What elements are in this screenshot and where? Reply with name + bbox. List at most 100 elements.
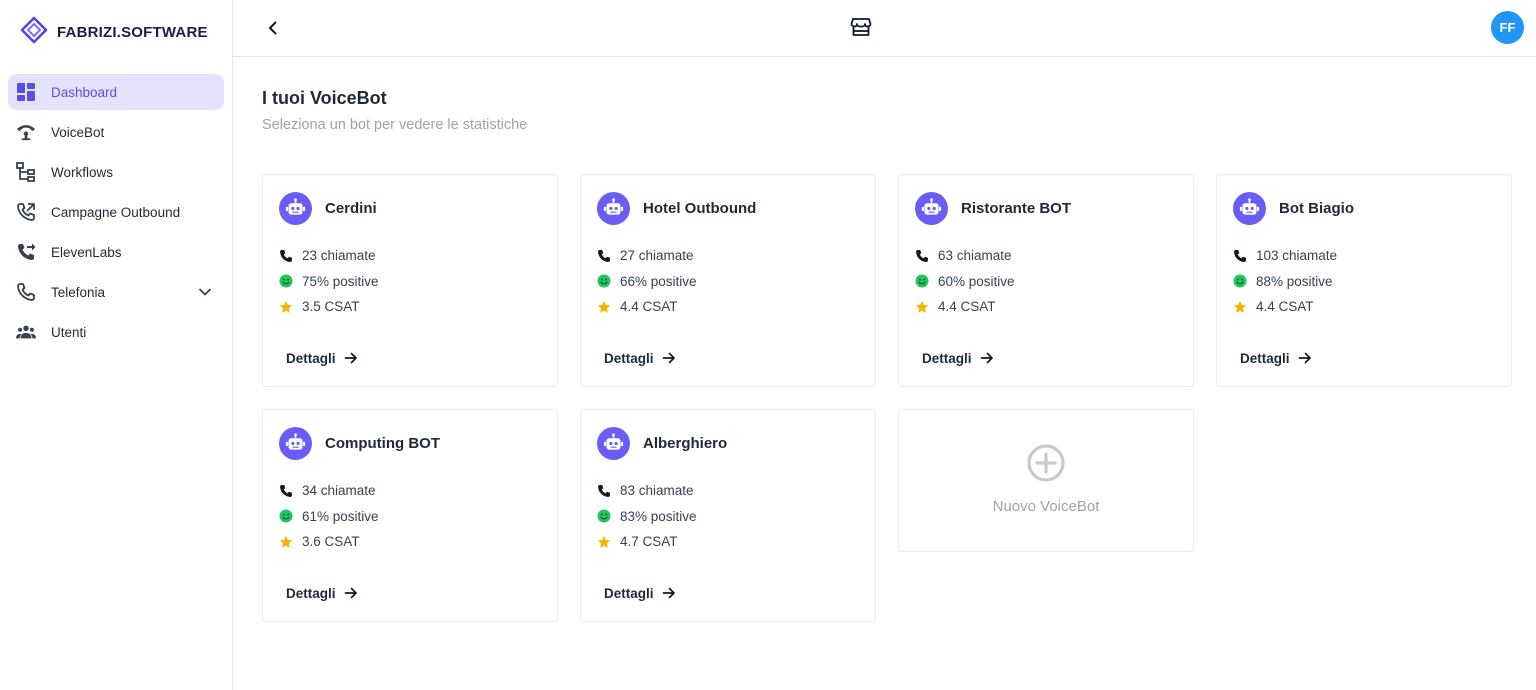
positive-rate: 75% positive [302,273,379,289]
chevron-down-icon[interactable] [196,283,214,301]
phone-icon [279,249,293,263]
bot-card-header: Alberghiero [597,426,859,460]
positive-stat: 83% positive [597,504,859,530]
smile-icon [597,274,611,288]
star-icon [279,535,293,549]
new-voicebot-card[interactable]: Nuovo VoiceBot [898,409,1194,552]
bot-card[interactable]: Cerdini 23 chiamate 75% positive 3.5 CSA… [262,174,558,387]
sidebar-item-label: Dashboard [51,84,118,100]
details-label: Dettagli [286,585,336,601]
bot-name: Computing BOT [325,434,440,452]
calls-count: 103 chiamate [1256,248,1338,264]
csat-score: 4.7 CSAT [620,534,678,550]
smile-icon [279,274,293,288]
sidebar-item-telefonia[interactable]: Telefonia [8,274,224,310]
sidebar-item-label: ElevenLabs [51,244,122,260]
calls-count: 63 chiamate [938,248,1012,264]
bot-stats: 83 chiamate 83% positive 4.7 CSAT [597,478,859,555]
brand-name: FABRIZI.SOFTWARE [57,23,208,41]
details-link[interactable]: Dettagli [286,585,359,601]
details-link[interactable]: Dettagli [922,350,995,366]
back-arrow-icon[interactable] [261,16,285,40]
dashboard-icon [16,82,36,102]
phone-icon [16,282,36,302]
bot-card[interactable]: Computing BOT 34 chiamate 61% positive 3… [262,409,558,622]
robot-icon [597,426,630,460]
phone-icon [915,249,929,263]
smile-icon [1233,274,1247,288]
user-avatar[interactable]: FF [1491,11,1524,44]
page-subtitle: Seleziona un bot per vedere le statistic… [262,117,528,133]
sidebar-item-label: Campagne Outbound [51,204,181,220]
arrow-right-icon [1298,352,1311,364]
bot-card[interactable]: Alberghiero 83 chiamate 83% positive 4.7… [580,409,876,622]
positive-stat: 75% positive [279,269,541,295]
bot-name: Ristorante BOT [961,199,1072,217]
robot-icon [279,426,312,460]
calls-stat: 23 chiamate [279,243,541,269]
sidebar-item-voicebot[interactable]: VoiceBot [8,114,224,150]
positive-rate: 60% positive [938,273,1015,289]
calls-stat: 63 chiamate [915,243,1177,269]
bot-stats: 27 chiamate 66% positive 4.4 CSAT [597,243,859,320]
positive-stat: 61% positive [279,504,541,530]
phone-icon [1233,249,1247,263]
positive-rate: 83% positive [620,508,697,524]
star-icon [915,300,929,314]
smile-icon [597,509,611,523]
arrow-right-icon [344,587,357,599]
app-root: FABRIZI.SOFTWARE Dashboard VoiceBot Work… [0,0,1536,690]
sidebar-item-dashboard[interactable]: Dashboard [8,74,224,110]
star-icon [1233,300,1247,314]
bot-card[interactable]: Ristorante BOT 63 chiamate 60% positive … [898,174,1194,387]
arrow-right-icon [344,352,357,364]
details-link[interactable]: Dettagli [604,585,677,601]
bot-name: Hotel Outbound [643,199,757,217]
store-icon[interactable] [850,16,872,38]
smile-icon [915,274,929,288]
brand[interactable]: FABRIZI.SOFTWARE [0,0,232,64]
page-title: I tuoi VoiceBot [262,88,387,108]
positive-stat: 66% positive [597,269,859,295]
sidebar-item-workflows[interactable]: Workflows [8,154,224,190]
csat-stat: 4.4 CSAT [1233,294,1495,320]
csat-stat: 4.4 CSAT [597,294,859,320]
sidebar-nav: Dashboard VoiceBot Workflows Campagne Ou… [0,64,232,350]
positive-stat: 88% positive [1233,269,1495,295]
calls-count: 83 chiamate [620,483,694,499]
bot-card[interactable]: Bot Biagio 103 chiamate 88% positive 4.4… [1216,174,1512,387]
smile-icon [279,509,293,523]
details-link[interactable]: Dettagli [286,350,359,366]
csat-score: 4.4 CSAT [938,299,996,315]
calls-count: 34 chiamate [302,483,376,499]
positive-rate: 88% positive [1256,273,1333,289]
bot-stats: 103 chiamate 88% positive 4.4 CSAT [1233,243,1495,320]
csat-score: 3.5 CSAT [302,299,360,315]
bot-name: Bot Biagio [1279,199,1354,217]
sidebar-item-campagne-outbound[interactable]: Campagne Outbound [8,194,224,230]
details-link[interactable]: Dettagli [604,350,677,366]
phone-icon [597,249,611,263]
positive-stat: 60% positive [915,269,1177,295]
logo-icon [20,16,48,49]
sidebar-item-elevenlabs[interactable]: ElevenLabs [8,234,224,270]
sidebar-item-label: VoiceBot [51,124,105,140]
arrow-right-icon [662,352,675,364]
sidebar-item-utenti[interactable]: Utenti [8,314,224,350]
bot-card[interactable]: Hotel Outbound 27 chiamate 66% positive … [580,174,876,387]
details-link[interactable]: Dettagli [1240,350,1313,366]
bot-card-header: Bot Biagio [1233,191,1495,225]
csat-stat: 3.5 CSAT [279,294,541,320]
phone-icon [597,484,611,498]
bot-card-header: Hotel Outbound [597,191,859,225]
robot-icon [915,191,948,225]
star-icon [597,535,611,549]
sidebar: FABRIZI.SOFTWARE Dashboard VoiceBot Work… [0,0,233,690]
voicebot-icon [16,122,36,142]
content: I tuoi VoiceBot Seleziona un bot per ved… [233,57,1536,622]
add-circle-icon [1025,442,1067,484]
positive-rate: 66% positive [620,273,697,289]
bot-name: Cerdini [325,199,377,217]
details-label: Dettagli [922,350,972,366]
details-label: Dettagli [286,350,336,366]
